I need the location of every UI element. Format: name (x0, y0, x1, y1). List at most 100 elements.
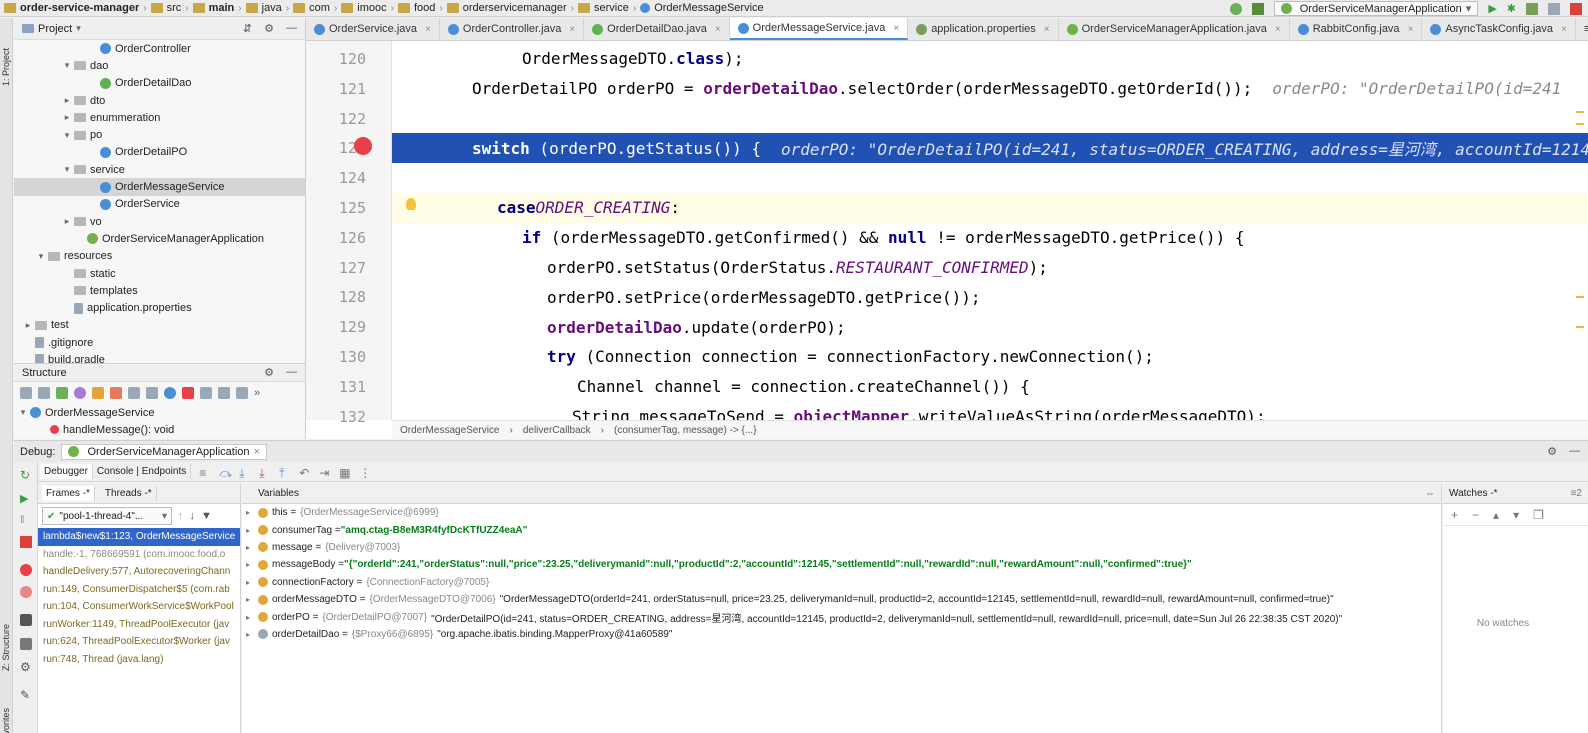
add-icon[interactable]: + (1451, 508, 1458, 522)
project-tree-item[interactable]: ▾ dao (14, 57, 305, 74)
watches-title[interactable]: Watches -* (1449, 488, 1498, 499)
close-icon[interactable]: × (254, 446, 260, 458)
code-line[interactable] (392, 104, 1588, 134)
structure-root-item[interactable]: ▾ OrderMessageService (14, 404, 305, 421)
project-tree-item[interactable]: ▸ vo (14, 213, 305, 230)
project-tree-item[interactable]: static (14, 265, 305, 282)
variable-row[interactable]: ▸ connectionFactory = {ConnectionFactory@… (242, 574, 1441, 591)
variable-row[interactable]: ▸ orderPO = {OrderDetailPO@7007} "OrderDet… (242, 608, 1441, 625)
settings-icon[interactable]: ⚙ (20, 660, 32, 674)
project-tree-item[interactable]: OrderMessageService (14, 178, 305, 196)
variable-row[interactable]: ▸ messageBody = "{"orderId":241,"orderSta… (242, 556, 1441, 573)
chevron-right-icon[interactable]: ▸ (246, 578, 258, 587)
debug-icon[interactable]: ✱ (1507, 2, 1516, 15)
variable-row[interactable]: ▸ orderMessageDTO = {OrderMessageDTO@7006… (242, 591, 1441, 608)
code-line[interactable]: try (Connection connection = connectionF… (392, 342, 1588, 372)
duplicate-icon[interactable]: ❐ (1533, 508, 1544, 522)
breadcrumb-item[interactable]: imooc (337, 2, 390, 14)
variable-row[interactable]: ▸ message = {Delivery@7003} (242, 539, 1441, 556)
breadcrumb-item[interactable]: food (394, 2, 439, 14)
stack-frame-item[interactable]: handle:-1, 768669591 (com.imooc.food.o (38, 546, 240, 564)
stack-frame-item[interactable]: run:748, Thread (java.lang) (38, 651, 240, 669)
close-icon[interactable]: × (893, 23, 899, 34)
project-tree-item[interactable]: templates (14, 282, 305, 299)
maximize-icon[interactable]: ⇔ (1425, 488, 1435, 499)
breadcrumb-item[interactable]: src (147, 2, 186, 14)
lightbulb-icon[interactable] (406, 198, 416, 210)
editor-tab[interactable]: application.properties × (908, 18, 1059, 40)
breadcrumb-item[interactable]: com (289, 2, 334, 14)
camera-icon[interactable] (20, 614, 32, 626)
close-icon[interactable]: × (1561, 24, 1567, 35)
more-icon[interactable]: » (254, 387, 260, 399)
stop-icon[interactable] (1570, 2, 1582, 15)
pin-icon[interactable]: ✎ (20, 688, 32, 702)
code-breadcrumb-item[interactable]: deliverCallback (523, 425, 591, 436)
close-icon[interactable] (182, 387, 194, 399)
close-icon[interactable]: × (425, 24, 431, 35)
structure-child-item[interactable]: handleMessage(): void (14, 421, 305, 438)
collapse-all-icon[interactable] (218, 387, 230, 399)
rerun-icon[interactable]: ↻ (20, 468, 32, 482)
show-fields-icon[interactable] (92, 387, 104, 399)
editor-tab[interactable]: OrderController.java × (440, 18, 585, 40)
show-non-public-icon[interactable] (110, 387, 122, 399)
tab-overflow-button[interactable]: ≡2 (1576, 18, 1588, 40)
chevron-down-icon[interactable]: ▾ (62, 130, 72, 141)
profile-icon[interactable] (1548, 2, 1560, 15)
chevron-down-icon[interactable]: ▾ (62, 60, 72, 71)
close-icon[interactable]: × (1044, 24, 1050, 35)
code-line[interactable]: if (orderMessageDTO.getConfirmed() && nu… (392, 223, 1588, 253)
editor-tab[interactable]: OrderService.java × (306, 18, 440, 40)
minimize-icon[interactable]: — (286, 366, 297, 379)
menu-icon[interactable]: ≡ (199, 466, 211, 480)
layout-icon[interactable] (20, 638, 32, 650)
project-tree-item[interactable]: OrderService (14, 196, 305, 213)
build-hammer-icon[interactable] (1251, 2, 1264, 15)
collapse-all-icon[interactable]: ⇵ (243, 22, 252, 35)
chevron-right-icon[interactable]: ▸ (23, 320, 33, 331)
breadcrumb-item[interactable]: orderservicemanager (443, 2, 571, 14)
autoscroll-icon[interactable] (164, 387, 176, 399)
force-step-into-icon[interactable]: ⤓ (259, 466, 271, 480)
close-icon[interactable]: × (569, 24, 575, 35)
code-line[interactable]: orderPO.setStatus(OrderStatus. RESTAURANT… (392, 253, 1588, 283)
run-icon[interactable]: ▶ (1488, 2, 1496, 15)
gear-icon[interactable]: ⚙ (1547, 445, 1557, 458)
favorites-tool-button[interactable]: Favorites (1, 708, 11, 733)
editor-tab[interactable]: OrderDetailDao.java × (584, 18, 730, 40)
breadcrumb-item[interactable]: order-service-manager (0, 2, 143, 14)
code-line[interactable]: OrderMessageDTO. class); (392, 44, 1588, 74)
thread-selector[interactable]: ✔ "pool-1-thread-4"... ▾ (42, 507, 172, 525)
arrow-up-icon[interactable]: ↑ (178, 510, 184, 522)
move-up-icon[interactable]: ▴ (1493, 508, 1499, 522)
frames-tab[interactable]: Frames -* (42, 486, 95, 501)
project-tree-item[interactable]: ▸ enummeration (14, 109, 305, 126)
show-inherited-icon[interactable] (56, 387, 68, 399)
chevron-right-icon[interactable]: ▸ (62, 95, 72, 106)
breadcrumb-item[interactable]: service (574, 2, 633, 14)
step-out-icon[interactable]: ⤒ (279, 466, 291, 480)
stack-frame-item[interactable]: lambda$new$1:123, OrderMessageService (38, 528, 240, 546)
editor-tab[interactable]: OrderServiceManagerApplication.java × (1059, 18, 1290, 40)
layout-icon[interactable]: ≡2 (1571, 488, 1582, 499)
stack-frame-item[interactable]: run:624, ThreadPoolExecutor$Worker (jav (38, 633, 240, 651)
breadcrumb-item[interactable]: OrderMessageService (636, 2, 767, 14)
project-tree-item[interactable]: OrderDetailDao (14, 75, 305, 92)
chevron-down-icon[interactable]: ▾ (62, 164, 72, 175)
trace-icon[interactable]: ⋮ (359, 466, 371, 480)
project-tree-item[interactable]: OrderController (14, 40, 305, 57)
debugger-tab[interactable]: Debugger (40, 464, 93, 479)
resume-icon[interactable]: ▶ (20, 492, 32, 505)
gear-icon[interactable]: ⚙ (264, 22, 274, 35)
project-tree-item[interactable]: ▸ test (14, 317, 305, 334)
show-anonymous-icon[interactable] (146, 387, 158, 399)
editor-scrollbar[interactable] (1576, 41, 1584, 420)
code-breadcrumb-item[interactable]: (consumerTag, message) -> {...} (614, 425, 757, 436)
code-line[interactable]: Channel channel = connection.createChann… (392, 372, 1588, 402)
evaluate-icon[interactable]: ▦ (339, 466, 351, 480)
chevron-right-icon[interactable]: ▸ (62, 112, 72, 123)
threads-tab[interactable]: Threads -* (101, 486, 157, 501)
project-tool-button[interactable]: 1: Project (1, 48, 11, 86)
code-line[interactable]: orderDetailDao .update(orderPO); (392, 312, 1588, 342)
